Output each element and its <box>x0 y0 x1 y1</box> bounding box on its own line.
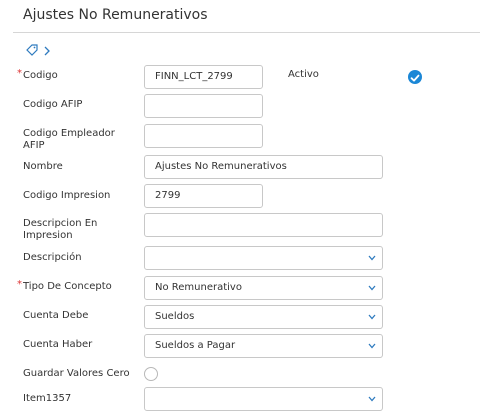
activo-label: Activo <box>288 69 319 80</box>
chevron-down-icon <box>368 285 376 291</box>
chevron-down-icon <box>368 396 376 402</box>
activo-checkbox[interactable] <box>408 70 422 84</box>
codigo-afip-input[interactable] <box>144 94 263 118</box>
tipo-de-concepto-select[interactable]: No Remunerativo <box>144 276 383 300</box>
descripcion-en-impresion-input[interactable] <box>144 213 383 237</box>
required-marker: * <box>17 279 22 290</box>
required-marker: * <box>17 68 22 79</box>
tipo-de-concepto-label: Tipo De Concepto <box>23 281 112 292</box>
codigo-empleador-afip-input[interactable] <box>144 124 263 148</box>
nombre-input[interactable]: Ajustes No Remunerativos <box>144 155 383 179</box>
cuenta-haber-label: Cuenta Haber <box>23 339 93 350</box>
cuenta-haber-value: Sueldos a Pagar <box>155 340 236 351</box>
codigo-input[interactable]: FINN_LCT_2799 <box>144 65 263 89</box>
descripcion-select[interactable] <box>144 246 383 270</box>
codigo-empleador-afip-label: Codigo Empleador AFIP <box>23 128 115 152</box>
chevron-down-icon <box>368 343 376 349</box>
codigo-impresion-input[interactable]: 2799 <box>144 184 263 208</box>
codigo-afip-label: Codigo AFIP <box>23 99 83 110</box>
cuenta-debe-value: Sueldos <box>155 311 195 322</box>
cuenta-haber-select[interactable]: Sueldos a Pagar <box>144 334 383 358</box>
codigo-label: Codigo <box>23 70 58 81</box>
tag-icon[interactable] <box>26 41 38 60</box>
tipo-de-concepto-value: No Remunerativo <box>155 282 242 293</box>
label-line: Codigo Empleador <box>23 128 115 139</box>
page-title: Ajustes No Remunerativos <box>23 7 208 23</box>
label-line: Descripcion En <box>23 218 98 229</box>
cuenta-debe-select[interactable]: Sueldos <box>144 305 383 329</box>
descripcion-en-impresion-label: Descripcion En Impresion <box>23 218 97 242</box>
nombre-label: Nombre <box>23 161 63 172</box>
item1357-label: Item1357 <box>23 393 72 404</box>
codigo-impresion-label: Codigo Impresion <box>23 190 111 201</box>
title-divider <box>13 32 480 33</box>
guardar-valores-cero-label: Guardar Valores Cero <box>23 368 130 379</box>
chevron-right-icon[interactable] <box>44 41 50 60</box>
item1357-select[interactable] <box>144 387 383 411</box>
chevron-down-icon <box>368 255 376 261</box>
label-line: Impresion <box>23 230 73 241</box>
guardar-valores-cero-toggle[interactable] <box>144 367 158 381</box>
breadcrumb <box>26 43 50 57</box>
descripcion-label: Descripción <box>23 252 82 263</box>
cuenta-debe-label: Cuenta Debe <box>23 310 89 321</box>
label-line: AFIP <box>23 140 45 151</box>
checkmark-icon <box>410 74 420 82</box>
chevron-down-icon <box>368 314 376 320</box>
